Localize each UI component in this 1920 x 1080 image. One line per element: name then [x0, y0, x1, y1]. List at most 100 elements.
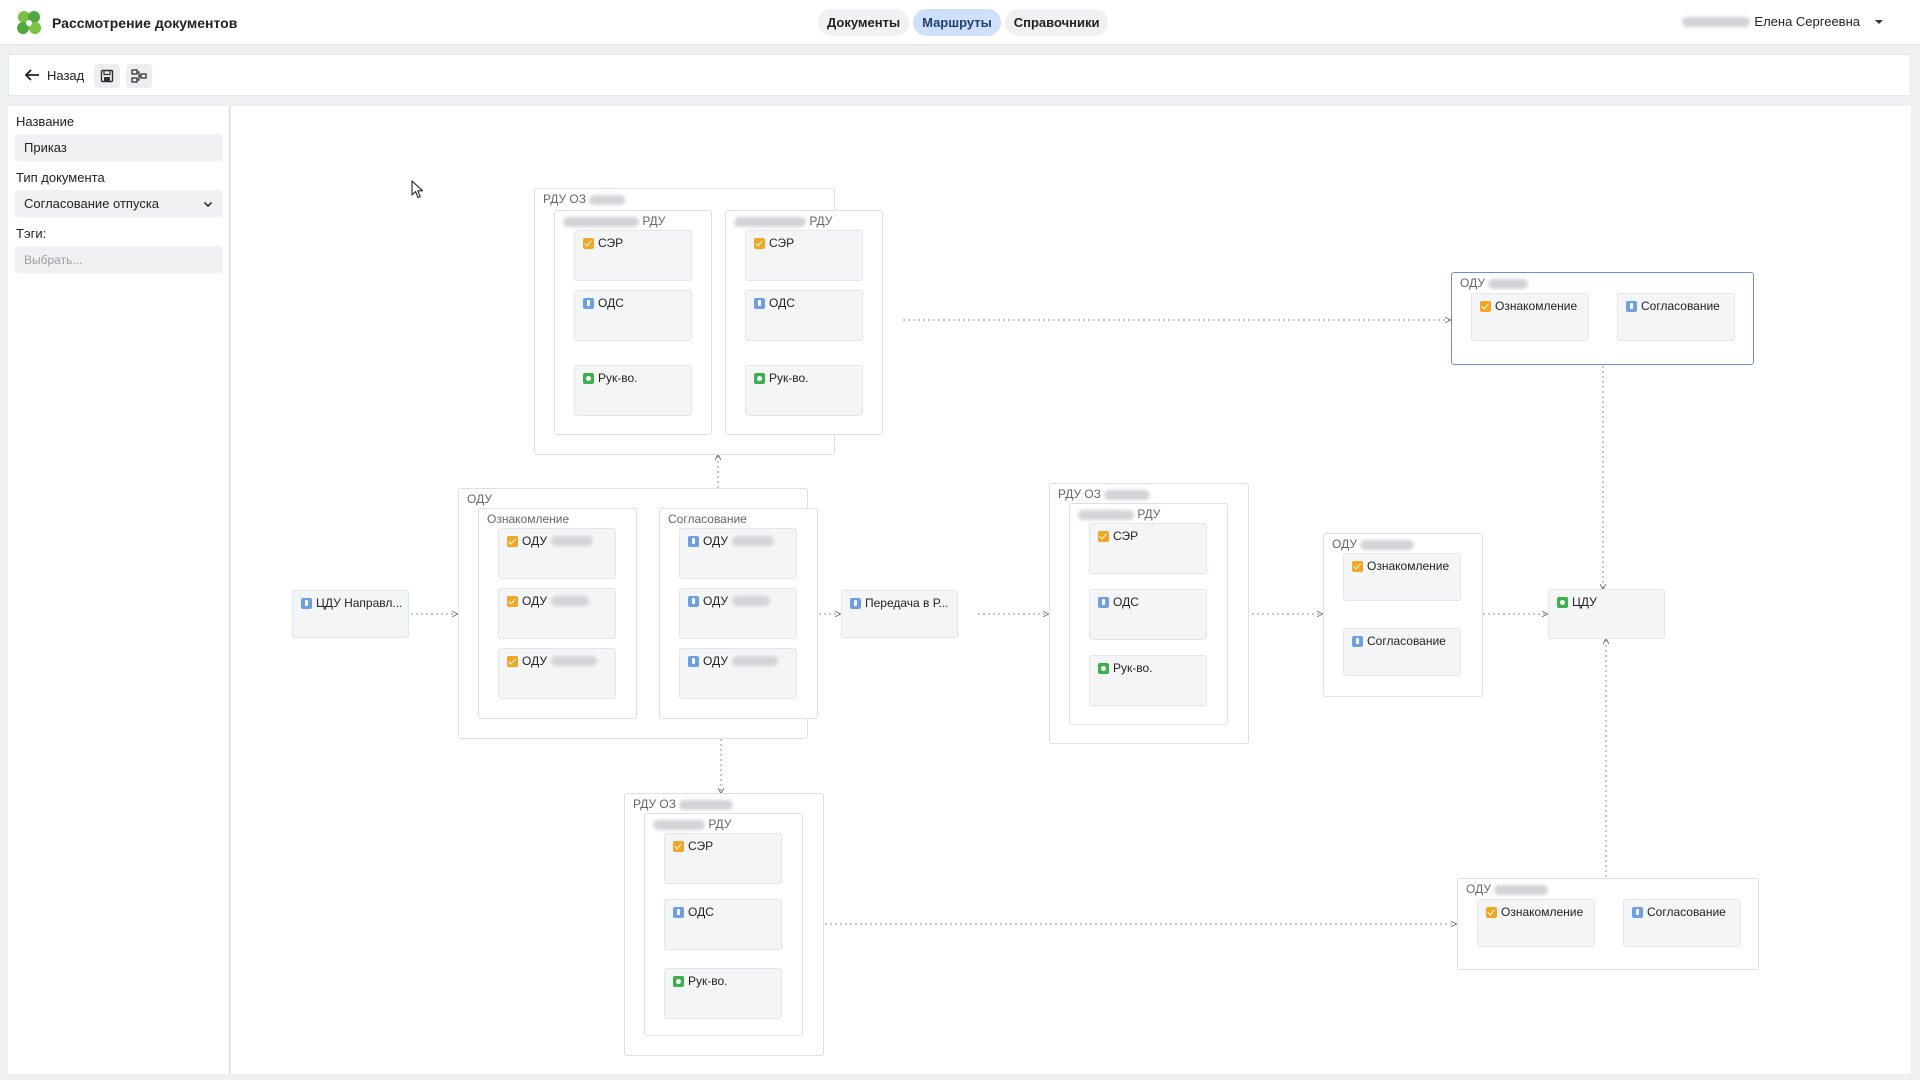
app-title: Рассмотрение документов: [52, 15, 238, 31]
node-familiarization[interactable]: Ознакомление: [1471, 293, 1589, 341]
info-icon: [688, 655, 699, 667]
info-icon: [673, 906, 684, 918]
user-menu[interactable]: Елена Сергеевна: [1682, 14, 1886, 29]
group-odu-topright[interactable]: ОДУ Ознакомление Согласование: [1451, 272, 1754, 365]
node-approval[interactable]: Согласование: [1617, 293, 1735, 341]
doctype-value: Согласование отпуска: [24, 196, 160, 211]
caret-down-icon: [1875, 19, 1883, 24]
info-icon: [1626, 300, 1637, 312]
node-familiarization[interactable]: Ознакомление: [1477, 899, 1595, 947]
node-management[interactable]: Рук-во.: [1089, 655, 1207, 706]
group-odu-mid[interactable]: ОДУ Ознакомление Согласование: [1323, 533, 1483, 697]
subgroup-title: РДУ: [1078, 507, 1160, 521]
subgroup-approval[interactable]: Согласование ОДУ ОДУ ОДУ: [659, 508, 818, 719]
layout-tree-icon: [131, 69, 147, 83]
info-icon: [754, 297, 765, 309]
node-odu[interactable]: ОДУ: [498, 528, 616, 579]
group-rdu-mid[interactable]: РДУ ОЗ РДУ СЭР ОДС Рук-во.: [1049, 483, 1249, 744]
checkbox-icon: [673, 840, 684, 852]
redacted-surname: [1682, 16, 1751, 27]
subgroup-title: Согласование: [668, 512, 747, 526]
layout-button[interactable]: [126, 64, 152, 88]
group-odu-main[interactable]: ОДУ Ознакомление ОДУ ОДУ ОДУ Согласовани…: [458, 488, 818, 739]
status-icon: [673, 975, 684, 987]
node-odu[interactable]: ОДУ: [679, 528, 797, 579]
save-icon: [100, 69, 114, 83]
status-icon: [1098, 662, 1109, 674]
checkbox-icon: [1098, 530, 1109, 542]
subgroup-rdu[interactable]: РДУ СЭР ОДС Рук-во.: [1069, 503, 1228, 725]
group-odu-bottomright[interactable]: ОДУ Ознакомление Согласование: [1457, 878, 1759, 970]
node-odu[interactable]: ОДУ: [679, 588, 797, 639]
save-button[interactable]: [94, 64, 120, 88]
main-nav: Документы Маршруты Справочники: [818, 9, 1109, 36]
node-ods[interactable]: ОДС: [574, 290, 692, 341]
group-title: ОДУ: [1332, 537, 1415, 551]
mouse-cursor-icon: [411, 180, 424, 199]
node-ods[interactable]: ОДС: [745, 290, 863, 341]
node-familiarization[interactable]: Ознакомление: [1343, 553, 1461, 601]
checkbox-icon: [1486, 906, 1497, 918]
user-name: Елена Сергеевна: [1754, 14, 1860, 29]
subgroup-rdu-2[interactable]: РДУ СЭР ОДС Рук-во.: [725, 210, 883, 435]
checkbox-icon: [583, 237, 594, 249]
info-icon: [583, 297, 594, 309]
back-label: Назад: [47, 67, 85, 83]
node-odu[interactable]: ОДУ: [498, 588, 616, 639]
node-ser[interactable]: СЭР: [1089, 523, 1207, 574]
name-input[interactable]: Приказ: [15, 134, 223, 161]
chevron-down-icon: [203, 201, 213, 207]
subgroup-title: Ознакомление: [487, 512, 570, 526]
info-icon: [1632, 906, 1643, 918]
node-ser[interactable]: СЭР: [745, 230, 863, 281]
route-canvas[interactable]: РДУ ОЗ РДУ СЭР ОДС Рук-во. РДУ СЭР ОДС Р…: [231, 106, 1911, 1074]
info-icon: [301, 597, 312, 609]
checkbox-icon: [507, 535, 518, 547]
subgroup-familiarization[interactable]: Ознакомление ОДУ ОДУ ОДУ: [478, 508, 637, 719]
group-title: ОДУ: [1460, 276, 1529, 290]
group-title: ОДУ: [1466, 882, 1549, 896]
arrow-left-icon: [24, 69, 39, 81]
subgroup-title: РДУ: [734, 214, 832, 228]
node-transfer[interactable]: Передача в Р...: [841, 590, 958, 638]
checkbox-icon: [507, 595, 518, 607]
node-ods[interactable]: ОДС: [664, 899, 782, 950]
node-ser[interactable]: СЭР: [574, 230, 692, 281]
node-ods[interactable]: ОДС: [1089, 589, 1207, 640]
group-title: РДУ ОЗ: [633, 797, 734, 811]
doctype-select[interactable]: Согласование отпуска: [15, 190, 223, 217]
back-button[interactable]: Назад: [23, 67, 84, 83]
group-title: ОДУ: [467, 492, 492, 506]
subgroup-title: РДУ: [563, 214, 665, 228]
group-rdu-top[interactable]: РДУ ОЗ РДУ СЭР ОДС Рук-во. РДУ СЭР ОДС Р…: [534, 188, 883, 455]
node-cdu[interactable]: ЦДУ: [1548, 589, 1665, 639]
node-approval[interactable]: Согласование: [1623, 899, 1741, 947]
tags-input[interactable]: Выбрать...: [15, 246, 223, 273]
tab-routes[interactable]: Маршруты: [913, 9, 1001, 36]
checkbox-icon: [1480, 300, 1491, 312]
brand[interactable]: Рассмотрение документов: [14, 8, 237, 38]
node-management[interactable]: Рук-во.: [745, 365, 863, 416]
node-approval[interactable]: Согласование: [1343, 628, 1461, 676]
doctype-label: Тип документа: [16, 170, 105, 185]
tab-directories[interactable]: Справочники: [1004, 9, 1109, 36]
group-rdu-bottom[interactable]: РДУ ОЗ РДУ СЭР ОДС Рук-во.: [624, 793, 824, 1056]
status-icon: [583, 372, 594, 384]
group-title: РДУ ОЗ: [1058, 487, 1151, 501]
info-icon: [688, 595, 699, 607]
subgroup-rdu[interactable]: РДУ СЭР ОДС Рук-во.: [644, 813, 803, 1036]
toolbar: Назад: [8, 54, 1911, 96]
tab-documents[interactable]: Документы: [818, 9, 910, 36]
node-odu[interactable]: ОДУ: [679, 648, 797, 699]
node-cdu-start[interactable]: ЦДУ Направл...: [292, 590, 409, 638]
node-odu[interactable]: ОДУ: [498, 648, 616, 699]
node-ser[interactable]: СЭР: [664, 833, 782, 884]
node-management[interactable]: Рук-во.: [664, 968, 782, 1019]
status-icon: [754, 372, 765, 384]
group-title: РДУ ОЗ: [543, 192, 626, 206]
info-icon: [1098, 596, 1109, 608]
node-management[interactable]: Рук-во.: [574, 365, 692, 416]
info-icon: [688, 535, 699, 547]
subgroup-rdu-1[interactable]: РДУ СЭР ОДС Рук-во.: [554, 210, 712, 435]
status-icon: [1557, 596, 1568, 608]
